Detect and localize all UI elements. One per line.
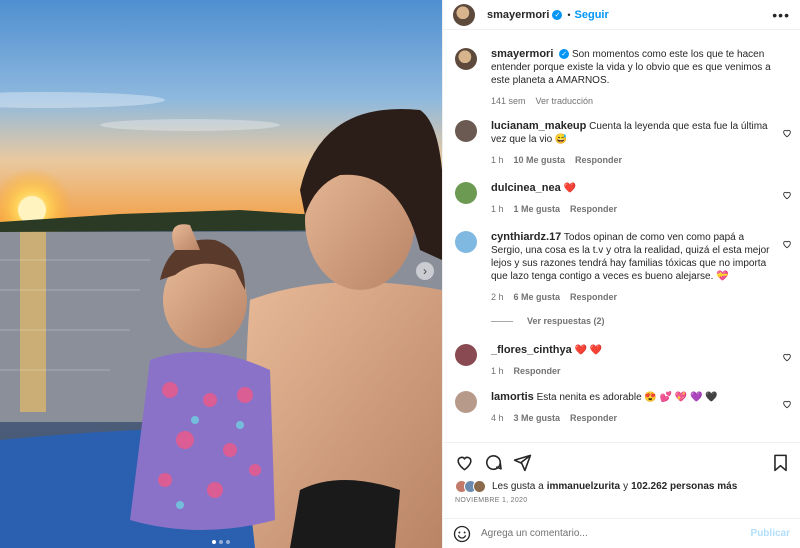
commenter-username[interactable]: dulcinea_nea [491, 182, 561, 194]
commenter-avatar[interactable] [455, 391, 477, 413]
share-paper-plane-icon[interactable] [513, 453, 532, 472]
comment-item: lucianam_makeup Cuenta la leyenda que es… [455, 120, 792, 167]
commenter-username[interactable]: lucianam_makeup [491, 120, 586, 132]
carousel-next-button[interactable]: › [416, 262, 434, 280]
comment-item: dulcinea_nea ❤️ 1 h 1 Me gusta Responder [455, 182, 792, 216]
like-comment-heart-icon[interactable] [782, 352, 792, 362]
comment-age: 4 h [491, 413, 504, 423]
caption-age: 141 sem [491, 96, 526, 106]
commenter-username[interactable]: _flores_cinthya [491, 344, 572, 356]
sunset-boat-photo [0, 0, 442, 548]
post-actions: Les gusta a immanuelzurita y 102.262 per… [443, 442, 800, 548]
carousel-dots [0, 540, 442, 544]
comment-likes[interactable]: 6 Me gusta [514, 291, 561, 304]
comment-bubble-icon[interactable] [484, 453, 503, 472]
view-replies-button[interactable]: Ver respuestas (2) [491, 316, 605, 326]
more-options-icon[interactable]: ••• [772, 7, 790, 23]
reply-button[interactable]: Responder [570, 291, 617, 304]
likes-prefix: Les gusta a [492, 481, 544, 492]
likes-count[interactable]: 102.262 personas más [631, 481, 737, 492]
like-comment-heart-icon[interactable] [782, 190, 792, 200]
comment-age: 1 h [491, 204, 504, 214]
comment-likes[interactable]: 1 Me gusta [514, 203, 561, 216]
add-comment-bar: Publicar [443, 518, 800, 548]
commenter-username[interactable]: lamortis [491, 391, 534, 403]
post-date: NOVIEMBRE 1, 2020 [455, 497, 528, 504]
post-header: smayermori ✓ • Seguir ••• [443, 0, 800, 30]
like-comment-heart-icon[interactable] [782, 399, 792, 409]
comment-item: lamortis Esta nenita es adorable 😍 💕 💖 💜… [455, 391, 792, 425]
emoji-icon[interactable] [453, 525, 471, 543]
author-username[interactable]: smayermori [487, 9, 549, 21]
likes-summary[interactable]: Les gusta a immanuelzurita y 102.262 per… [443, 472, 800, 493]
reply-button[interactable]: Responder [570, 412, 617, 425]
comment-age: 1 h [491, 155, 504, 165]
post-side-panel: smayermori ✓ • Seguir ••• smayermori ✓ S… [442, 0, 800, 548]
save-bookmark-icon[interactable] [771, 453, 790, 472]
caption-username[interactable]: smayermori [491, 48, 553, 60]
liker-avatars [455, 480, 486, 493]
translate-link[interactable]: Ver traducción [536, 95, 594, 108]
commenter-avatar[interactable] [455, 344, 477, 366]
post-photo[interactable]: › [0, 0, 442, 548]
carousel-dot [219, 540, 223, 544]
comment-age: 1 h [491, 366, 504, 376]
author-avatar[interactable] [453, 3, 475, 26]
like-heart-icon[interactable] [455, 453, 474, 472]
publish-button[interactable]: Publicar [751, 528, 790, 539]
caption: smayermori ✓ Son momentos como este los … [455, 48, 792, 108]
replies-divider [491, 320, 513, 322]
liker-avatar [473, 480, 486, 493]
verified-icon: ✓ [559, 49, 570, 60]
comment-item: _flores_cinthya ❤️ ❤️ 1 h Responder [455, 344, 792, 378]
likes-joiner: y [623, 481, 629, 492]
commenter-username[interactable]: cynthiardz.17 [491, 231, 561, 243]
chevron-right-icon: › [423, 264, 427, 278]
like-comment-heart-icon[interactable] [782, 128, 792, 138]
comment-item: cynthiardz.17 Todos opinan de como ven c… [455, 231, 792, 304]
follow-button[interactable]: Seguir [575, 9, 609, 21]
comment-likes[interactable]: 10 Me gusta [514, 154, 566, 167]
commenter-avatar[interactable] [455, 182, 477, 204]
reply-button[interactable]: Responder [575, 154, 622, 167]
comment-text: ❤️ ❤️ [574, 345, 603, 356]
verified-icon: ✓ [552, 9, 563, 20]
commenter-avatar[interactable] [455, 231, 477, 253]
carousel-dot [212, 540, 216, 544]
comment-text: ❤️ [563, 183, 576, 194]
author-avatar-small[interactable] [455, 48, 477, 70]
commenter-avatar[interactable] [455, 120, 477, 142]
add-comment-input[interactable] [481, 528, 751, 539]
comment-likes[interactable]: 3 Me gusta [514, 412, 561, 425]
likes-user[interactable]: immanuelzurita [547, 481, 620, 492]
view-replies-label: Ver respuestas (2) [527, 316, 605, 326]
separator-dot: • [567, 9, 571, 20]
reply-button[interactable]: Responder [514, 365, 561, 378]
reply-button[interactable]: Responder [570, 203, 617, 216]
comment-age: 2 h [491, 292, 504, 302]
comment-text: Esta nenita es adorable 😍 💕 💖 💜 🖤 [536, 392, 718, 403]
carousel-dot [226, 540, 230, 544]
like-comment-heart-icon[interactable] [782, 239, 792, 249]
